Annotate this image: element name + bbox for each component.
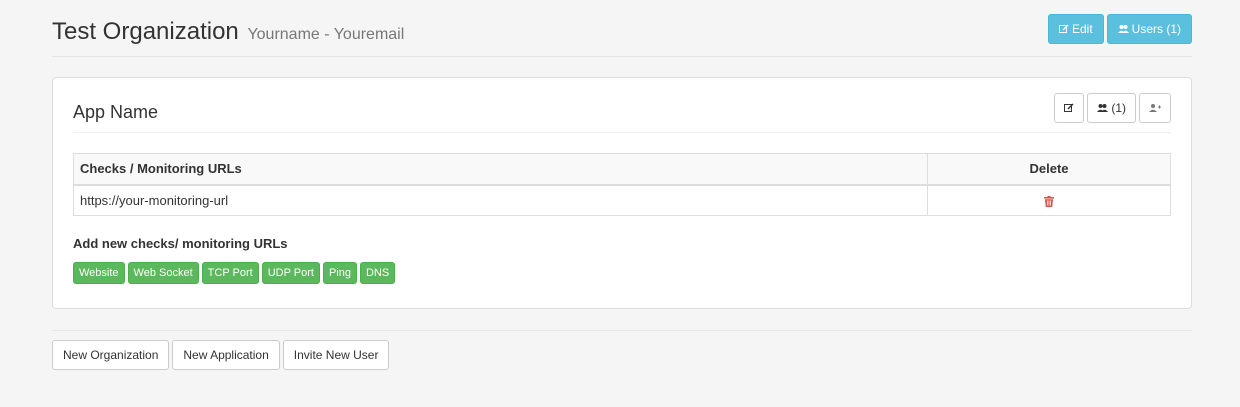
- footer-divider: [52, 330, 1192, 331]
- add-tcp-port-check-button[interactable]: TCP Port: [201, 262, 259, 284]
- footer-actions: New Organization New Application Invite …: [52, 340, 390, 370]
- monitoring-url: https://your-monitoring-url: [73, 184, 928, 216]
- table-row: https://your-monitoring-url: [73, 184, 1171, 216]
- table-header-row: Checks / Monitoring URLs Delete: [73, 153, 1171, 186]
- page: Test Organization Yourname - Youremail E…: [0, 0, 1240, 407]
- organization-name: Test Organization: [52, 18, 239, 45]
- new-organization-button[interactable]: New Organization: [52, 340, 170, 370]
- column-header-delete: Delete: [927, 153, 1171, 186]
- edit-application-button[interactable]: [1054, 93, 1085, 123]
- add-ping-check-button[interactable]: Ping: [322, 262, 357, 284]
- delete-cell: [927, 184, 1171, 216]
- edit-icon: [1064, 103, 1074, 113]
- users-label: Users (1): [1131, 22, 1181, 36]
- application-users-button[interactable]: (1): [1087, 93, 1136, 123]
- edit-organization-button[interactable]: Edit: [1047, 14, 1104, 44]
- new-application-button[interactable]: New Application: [172, 340, 280, 370]
- add-udp-port-check-button[interactable]: UDP Port: [261, 262, 320, 284]
- page-title: Test Organization Yourname - Youremail: [52, 18, 404, 46]
- application-users-count: (1): [1111, 101, 1126, 115]
- organization-users-button[interactable]: Users (1): [1106, 14, 1192, 44]
- trash-icon[interactable]: [1044, 195, 1054, 207]
- organization-owner: Yourname - Youremail: [247, 26, 405, 43]
- check-type-buttons: Website Web Socket TCP Port UDP Port Pin…: [73, 262, 396, 284]
- organization-actions: Edit Users (1): [1047, 14, 1192, 44]
- application-name: App Name: [73, 102, 159, 122]
- checks-table: Checks / Monitoring URLs Delete https://…: [73, 153, 1171, 216]
- column-header-urls: Checks / Monitoring URLs: [73, 153, 928, 186]
- users-icon: [1117, 24, 1129, 34]
- organization-header: Test Organization Yourname - Youremail E…: [52, 14, 1192, 57]
- add-dns-check-button[interactable]: DNS: [359, 262, 396, 284]
- add-website-check-button[interactable]: Website: [73, 262, 125, 284]
- edit-label: Edit: [1071, 22, 1093, 36]
- add-user-icon: [1149, 103, 1161, 113]
- application-actions: (1): [1054, 93, 1171, 123]
- users-icon: [1097, 103, 1109, 113]
- add-websocket-check-button[interactable]: Web Socket: [127, 262, 199, 284]
- edit-icon: [1058, 24, 1069, 34]
- panel-divider: [73, 132, 1171, 133]
- invite-new-user-button[interactable]: Invite New User: [282, 340, 390, 370]
- application-panel: App Name (1) Checks / Monitoring URLs De…: [52, 77, 1192, 309]
- add-checks-title: Add new checks/ monitoring URLs: [73, 236, 288, 251]
- add-user-button[interactable]: [1139, 93, 1171, 123]
